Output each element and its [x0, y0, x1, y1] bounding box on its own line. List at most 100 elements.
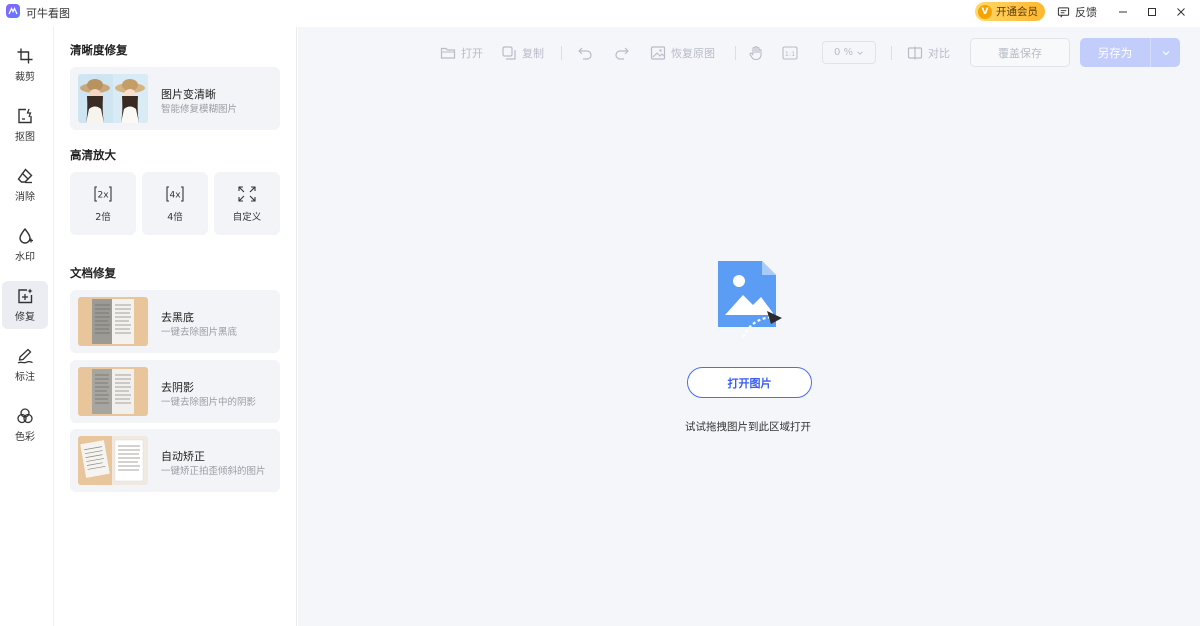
doc-card-remove-shadow[interactable]: 去阴影 一键去除图片中的阴影	[70, 360, 280, 423]
rail-label: 水印	[15, 252, 35, 263]
rail-label: 消除	[15, 192, 35, 203]
close-icon	[1177, 8, 1185, 16]
doc-card-auto-correct[interactable]: 自动矫正 一键矫正拍歪倾斜的图片	[70, 429, 280, 492]
compare-button[interactable]: 对比	[907, 38, 950, 68]
maximize-button[interactable]	[1143, 3, 1161, 21]
maximize-icon	[1148, 8, 1156, 16]
rail-item-cutout[interactable]: 抠图	[2, 101, 48, 149]
zoom-value: 0 %	[833, 47, 854, 58]
auto-correct-thumbnail	[78, 436, 148, 485]
repair-icon	[18, 288, 33, 304]
rail-label: 裁剪	[15, 72, 35, 83]
upscale-custom-button[interactable]: 自定义	[214, 172, 280, 235]
overwrite-save-button[interactable]: 覆盖保存	[970, 38, 1070, 67]
rail-item-repair[interactable]: 修复	[2, 281, 48, 329]
card-title: 图片变清晰	[161, 88, 216, 101]
chevron-down-icon	[1162, 50, 1169, 55]
card-title: 去黑底	[161, 311, 194, 324]
upscale-label: 4倍	[167, 211, 183, 223]
actual-size-button[interactable]: 1:1	[782, 38, 803, 68]
redo-icon	[615, 47, 629, 60]
redo-button[interactable]	[614, 38, 635, 68]
rail-item-annotate[interactable]: 标注	[2, 341, 48, 389]
toolbar: 打开 复制 恢复原图 1:1 0 % 对比 覆盖保存 另存为	[298, 38, 1200, 68]
rail-label: 标注	[15, 372, 35, 383]
expand-icon	[238, 185, 256, 202]
image-icon	[650, 46, 666, 60]
drop-hint: 试试拖拽图片到此区域打开	[685, 421, 811, 433]
crop-icon	[17, 48, 33, 64]
feedback-button[interactable]: 反馈	[1057, 4, 1097, 20]
open-image-button[interactable]: 打开图片	[687, 367, 812, 398]
hand-icon	[749, 45, 762, 61]
upscale-label: 自定义	[232, 211, 262, 223]
app-title: 可牛看图	[26, 7, 70, 20]
save-as-label: 另存为	[1097, 45, 1133, 60]
overwrite-save-label: 覆盖保存	[998, 46, 1042, 60]
card-subtitle: 一键去除图片中的阴影	[161, 397, 257, 408]
card-subtitle: 智能修复模糊图片	[161, 104, 238, 115]
rail-item-erase[interactable]: 消除	[2, 161, 48, 209]
cutout-icon	[18, 108, 32, 124]
watermark-icon	[19, 227, 33, 244]
minimize-button[interactable]	[1114, 3, 1132, 21]
doc-card-remove-black[interactable]: 去黑底 一键去除图片黑底	[70, 290, 280, 353]
feedback-icon	[1057, 6, 1070, 17]
svg-text:1:1: 1:1	[785, 50, 795, 58]
toolbar-divider	[561, 46, 562, 60]
clarity-card[interactable]: 图片变清晰 智能修复模糊图片	[70, 67, 280, 130]
rail-label: 抠图	[15, 132, 35, 143]
app-logo-icon	[6, 4, 20, 18]
section-title-document: 文档修复	[70, 266, 116, 280]
one-to-one-icon: 1:1	[782, 46, 798, 60]
annotate-icon	[17, 348, 33, 364]
vip-button[interactable]: V 开通会员	[975, 2, 1045, 21]
upscale-2x-button[interactable]: 2x 2倍	[70, 172, 136, 235]
restore-label: 恢复原图	[671, 47, 715, 60]
upscale-label: 2倍	[95, 211, 111, 223]
zoom-select[interactable]: 0 %	[822, 41, 876, 64]
vip-badge-icon: V	[978, 4, 992, 19]
4x-icon: 4x	[166, 185, 184, 202]
card-subtitle: 一键去除图片黑底	[161, 327, 238, 338]
2x-icon: 2x	[94, 185, 112, 202]
card-title: 自动矫正	[161, 450, 205, 463]
undo-button[interactable]	[577, 38, 598, 68]
remove-black-thumbnail	[78, 297, 148, 346]
card-subtitle: 一键矫正拍歪倾斜的图片	[161, 466, 266, 477]
eraser-icon	[17, 168, 33, 184]
pan-button[interactable]	[748, 38, 769, 68]
rail-item-watermark[interactable]: 水印	[2, 221, 48, 269]
compare-label: 对比	[928, 47, 950, 60]
chevron-down-icon	[857, 50, 863, 55]
rail-item-color[interactable]: 色彩	[2, 401, 48, 449]
svg-text:4x: 4x	[169, 190, 181, 200]
workspace[interactable]: 打开 复制 恢复原图 1:1 0 % 对比 覆盖保存 另存为 打开图片 试试拖拽…	[298, 27, 1200, 626]
restore-button[interactable]: 恢复原图	[650, 38, 715, 68]
color-icon	[17, 408, 33, 424]
upscale-4x-button[interactable]: 4x 4倍	[142, 172, 208, 235]
compare-icon	[907, 46, 923, 60]
folder-icon	[440, 47, 456, 59]
save-as-button[interactable]: 另存为	[1080, 38, 1180, 67]
vip-label: 开通会员	[996, 6, 1038, 18]
undo-icon	[578, 47, 592, 60]
rail-label: 修复	[15, 312, 35, 323]
copy-icon	[502, 46, 516, 60]
card-title: 去阴影	[161, 381, 194, 394]
copy-label: 复制	[522, 47, 544, 60]
save-as-dropdown[interactable]	[1150, 38, 1180, 67]
toolbar-divider	[735, 46, 736, 60]
toolbar-divider	[891, 46, 892, 60]
copy-button[interactable]: 复制	[501, 38, 544, 68]
minimize-icon	[1119, 11, 1127, 13]
open-label: 打开	[461, 47, 483, 60]
feature-panel: 清晰度修复 图片变清晰 智能修复模糊图片 高清放大 2x 2倍 4x 4倍 自定…	[55, 27, 297, 626]
tool-rail: 裁剪 抠图 消除 水印 修复 标注 色彩	[0, 27, 54, 626]
close-button[interactable]	[1172, 3, 1190, 21]
section-title-clarity: 清晰度修复	[70, 43, 128, 57]
rail-label: 色彩	[15, 432, 35, 443]
open-button[interactable]: 打开	[440, 38, 483, 68]
svg-text:2x: 2x	[97, 190, 109, 200]
rail-item-crop[interactable]: 裁剪	[2, 41, 48, 89]
